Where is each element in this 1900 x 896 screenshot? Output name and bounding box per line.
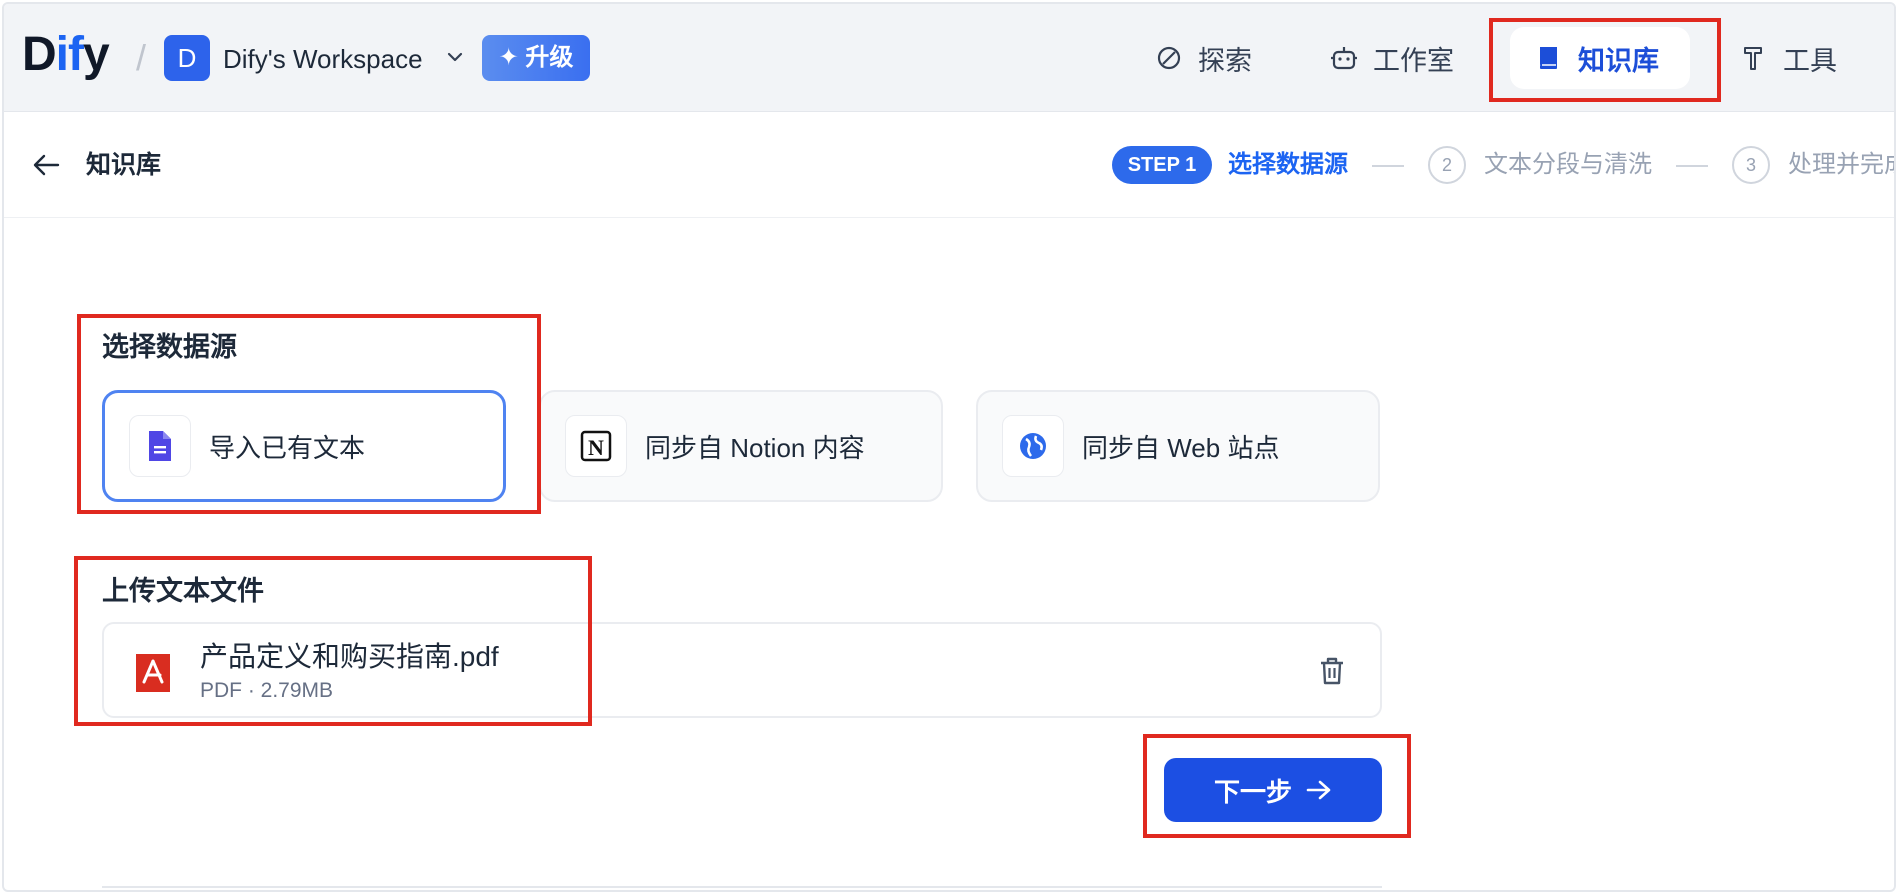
sparkle-icon: ✦ <box>498 44 526 71</box>
highlight-box-next <box>1143 734 1411 838</box>
step-1-badge: STEP 1 <box>1112 146 1212 184</box>
nav-tools[interactable]: 工具 <box>1739 27 1837 89</box>
highlight-box-nav <box>1489 18 1721 102</box>
upgrade-label: 升级 <box>525 44 574 71</box>
workspace-name[interactable]: Dify's Workspace <box>223 43 423 75</box>
nav-studio[interactable]: 工作室 <box>1329 27 1454 89</box>
globe-icon <box>1002 415 1064 477</box>
step-divider <box>1372 165 1404 167</box>
nav-explore[interactable]: 探索 <box>1154 27 1252 89</box>
upgrade-button[interactable]: ✦ 升级 <box>482 35 590 81</box>
trash-icon[interactable] <box>1318 656 1346 686</box>
highlight-box-datasource <box>77 314 541 514</box>
workspace-avatar[interactable]: D <box>164 35 210 81</box>
logo-part-accent: if <box>55 28 84 81</box>
step-3-number: 3 <box>1732 146 1770 184</box>
logo-part: y <box>83 28 110 81</box>
sub-header: 知识库 STEP 1 选择数据源 2 文本分段与清洗 3 处理并完成 <box>4 112 1894 218</box>
step-2-number: 2 <box>1428 146 1466 184</box>
page-title: 知识库 <box>86 151 162 179</box>
svg-text:N: N <box>588 435 604 460</box>
dify-logo[interactable]: Dify <box>22 28 110 82</box>
datasource-option-web[interactable]: 同步自 Web 站点 <box>976 390 1380 502</box>
logo-part: D <box>22 28 57 81</box>
nav-studio-label: 工作室 <box>1373 45 1454 76</box>
notion-icon: N <box>565 415 627 477</box>
compass-icon <box>1157 46 1181 70</box>
breadcrumb-separator: / <box>136 37 147 78</box>
step-1-label: 选择数据源 <box>1228 151 1348 178</box>
chevron-down-icon[interactable] <box>446 48 464 66</box>
step-3-label: 处理并完成 <box>1788 151 1896 178</box>
app-window: Dify / D Dify's Workspace ✦ 升级 探索 工作室 知识… <box>2 2 1896 892</box>
datasource-option-label: 同步自 Web 站点 <box>1082 432 1280 463</box>
highlight-box-upload <box>74 556 592 726</box>
nav-tools-label: 工具 <box>1783 45 1837 76</box>
robot-icon <box>1331 47 1357 70</box>
step-divider <box>1676 165 1708 167</box>
hammer-icon <box>1744 47 1762 70</box>
back-arrow-icon[interactable] <box>32 153 60 177</box>
datasource-option-label: 同步自 Notion 内容 <box>645 432 865 463</box>
step-2-label: 文本分段与清洗 <box>1484 151 1652 178</box>
nav-explore-label: 探索 <box>1198 45 1252 76</box>
datasource-option-notion[interactable]: N 同步自 Notion 内容 <box>539 390 943 502</box>
divider <box>102 886 1382 888</box>
